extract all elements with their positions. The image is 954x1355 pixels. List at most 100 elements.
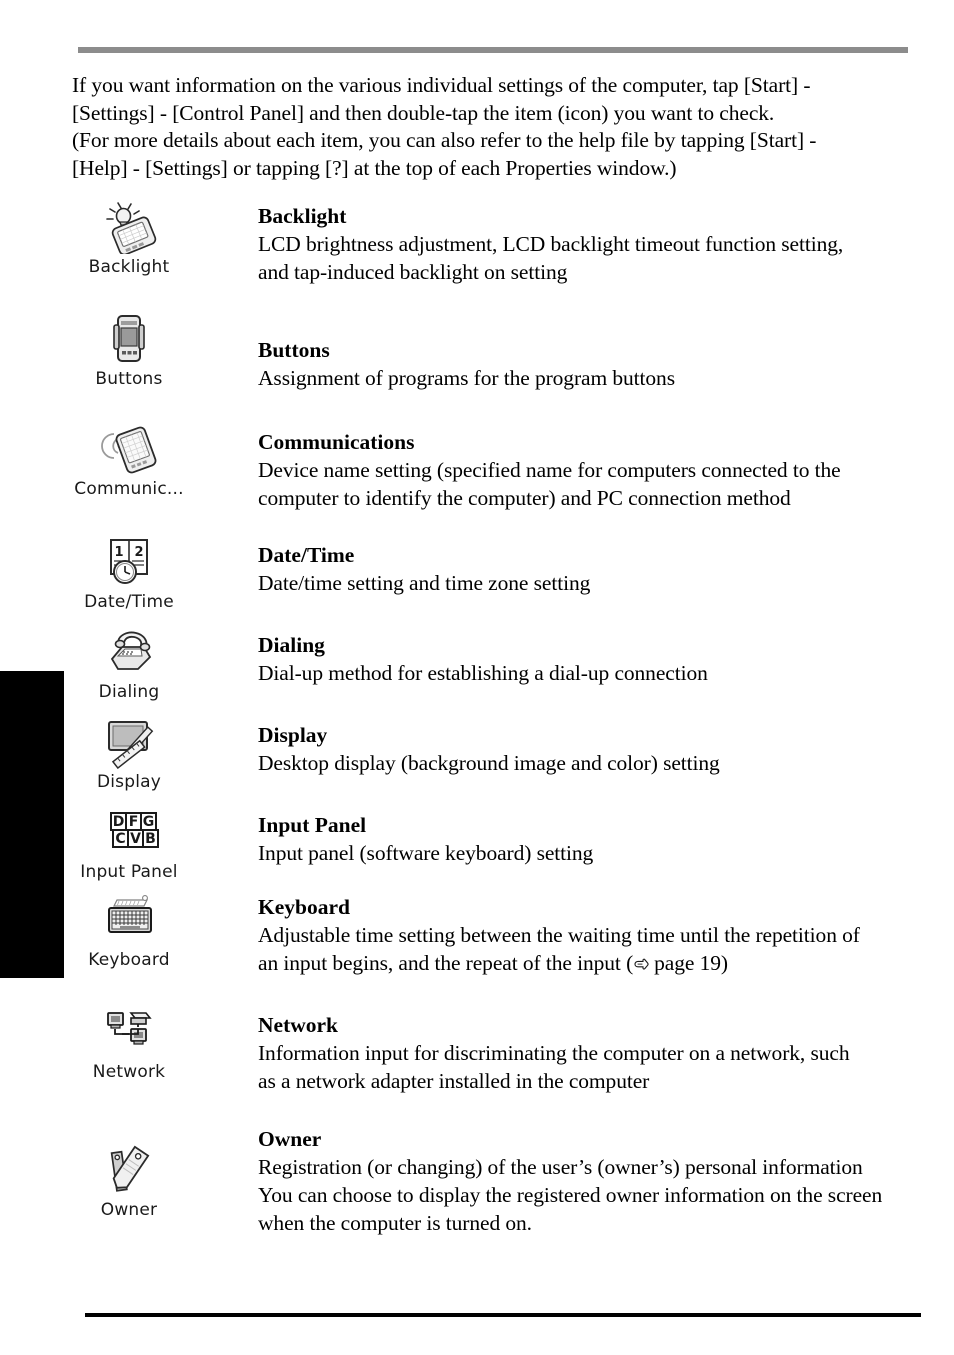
setting-description: Device name setting (specified name for … xyxy=(258,456,918,512)
setting-text: Input Panel Input panel (software keyboa… xyxy=(258,801,918,867)
desc-line: when the computer is turned on. xyxy=(258,1211,532,1235)
setting-title: Display xyxy=(258,723,328,747)
desc-line-text: an input begins, and the repeat of the i… xyxy=(258,951,634,975)
icon-label: Communic... xyxy=(74,479,184,499)
setting-item-keyboard: Keyboard Keyboard Adjustable time settin… xyxy=(0,889,954,1001)
setting-item-dialing: Dialing Dialing Dial-up method for estab… xyxy=(0,621,954,711)
intro-line-4: [Help] - [Settings] or tapping [?] at th… xyxy=(72,155,677,180)
setting-description: Desktop display (background image and co… xyxy=(258,749,918,777)
intro-line-2: [Settings] - [Control Panel] and then do… xyxy=(72,100,775,125)
icon-label: Keyboard xyxy=(88,950,170,970)
icon-label: Network xyxy=(92,1062,166,1082)
setting-description: Information input for discriminating the… xyxy=(258,1039,918,1095)
icon-label: Dialing xyxy=(98,682,160,702)
icon-cell: Network xyxy=(0,1001,258,1082)
setting-text: Communications Device name setting (spec… xyxy=(258,418,918,512)
icon-cell: Owner xyxy=(0,1119,258,1220)
intro-line-3: (For more details about each item, you c… xyxy=(72,128,817,153)
setting-title: Date/Time xyxy=(258,543,355,567)
setting-title: Owner xyxy=(258,1127,322,1151)
icon-label: Display xyxy=(96,772,162,792)
icon-label: Owner xyxy=(100,1200,158,1220)
setting-text: Date/Time Date/time setting and time zon… xyxy=(258,531,918,597)
desc-line: Registration (or changing) of the user’s… xyxy=(258,1155,863,1179)
setting-description: Adjustable time setting between the wait… xyxy=(258,921,918,977)
setting-item-communications: Communic... Communications Device name s… xyxy=(0,418,954,531)
setting-description: Date/time setting and time zone setting xyxy=(258,569,918,597)
intro-paragraph: If you want information on the various i… xyxy=(72,72,917,182)
desc-line: You can choose to display the registered… xyxy=(258,1183,883,1207)
setting-item-input-panel: D F G C V B Input Panel Input Panel Inpu… xyxy=(0,801,954,889)
desc-line: Desktop display (background image and co… xyxy=(258,751,720,775)
svg-text:V: V xyxy=(130,831,141,847)
desc-line-with-reference: an input begins, and the repeat of the i… xyxy=(258,949,918,977)
setting-item-owner: Owner Owner Registration (or changing) o… xyxy=(0,1119,954,1249)
icon-cell: Dialing xyxy=(0,621,258,702)
icon-cell: 1 2 Date/Time xyxy=(0,531,258,612)
icon-cell: D F G C V B Input Panel xyxy=(0,801,258,882)
desc-line: and tap-induced backlight on setting xyxy=(258,260,568,284)
setting-text: Display Desktop display (background imag… xyxy=(258,711,918,777)
desc-line: Information input for discriminating the… xyxy=(258,1041,850,1065)
setting-text: Buttons Assignment of programs for the p… xyxy=(258,308,918,392)
desc-line: computer to identify the computer) and P… xyxy=(258,486,791,510)
setting-text: Owner Registration (or changing) of the … xyxy=(258,1119,918,1237)
setting-text: Backlight LCD brightness adjustment, LCD… xyxy=(258,196,918,286)
setting-description: LCD brightness adjustment, LCD backlight… xyxy=(258,230,918,286)
desc-line: Assignment of programs for the program b… xyxy=(258,366,675,390)
desc-line: LCD brightness adjustment, LCD backlight… xyxy=(258,232,844,256)
icon-cell: Backlight xyxy=(0,196,258,277)
setting-title: Buttons xyxy=(258,338,330,362)
intro-line-1: If you want information on the various i… xyxy=(72,73,811,97)
desc-line: Adjustable time setting between the wait… xyxy=(258,923,860,947)
icon-cell: Display xyxy=(0,711,258,792)
setting-title: Network xyxy=(258,1013,339,1037)
setting-text: Dialing Dial-up method for establishing … xyxy=(258,621,918,687)
svg-text:F: F xyxy=(129,814,139,830)
date-time-icon: 1 2 xyxy=(98,535,160,589)
desc-line: Device name setting (specified name for … xyxy=(258,458,841,482)
input-panel-icon: D F G C V B xyxy=(98,805,160,859)
owner-icon xyxy=(98,1143,160,1197)
svg-text:1: 1 xyxy=(114,545,123,560)
backlight-icon xyxy=(98,200,160,254)
cross-reference-text: page 19) xyxy=(654,951,728,975)
icon-cell: Keyboard xyxy=(0,889,258,970)
desc-line: Dial-up method for establishing a dial-u… xyxy=(258,661,708,685)
control-panel-settings-list: Backlight Backlight LCD brightness adjus… xyxy=(0,196,954,1249)
svg-text:G: G xyxy=(143,814,155,830)
setting-item-network: Network Network Information input for di… xyxy=(0,1001,954,1119)
icon-label: Buttons xyxy=(95,369,163,389)
buttons-icon xyxy=(98,312,160,366)
icon-cell: Buttons xyxy=(0,308,258,389)
icon-label: Backlight xyxy=(88,257,170,277)
desc-line: as a network adapter installed in the co… xyxy=(258,1069,650,1093)
setting-text: Network Information input for discrimina… xyxy=(258,1001,918,1095)
setting-description: Assignment of programs for the program b… xyxy=(258,364,918,392)
svg-text:B: B xyxy=(145,831,156,847)
communications-icon xyxy=(98,422,160,476)
setting-title: Backlight xyxy=(258,204,347,228)
setting-title: Keyboard xyxy=(258,895,350,919)
display-icon xyxy=(98,715,160,769)
setting-item-backlight: Backlight Backlight LCD brightness adjus… xyxy=(0,196,954,308)
footer-rule xyxy=(85,1313,921,1317)
setting-text: Keyboard Adjustable time setting between… xyxy=(258,889,918,977)
desc-line: Input panel (software keyboard) setting xyxy=(258,841,594,865)
setting-item-buttons: Buttons Buttons Assignment of programs f… xyxy=(0,308,954,418)
svg-text:2: 2 xyxy=(134,545,143,560)
icon-label: Input Panel xyxy=(80,862,178,882)
keyboard-icon xyxy=(98,893,160,947)
desc-line: Date/time setting and time zone setting xyxy=(258,571,591,595)
setting-title: Dialing xyxy=(258,633,325,657)
setting-title: Communications xyxy=(258,430,415,454)
icon-cell: Communic... xyxy=(0,418,258,499)
setting-title: Input Panel xyxy=(258,813,367,837)
setting-item-date-time: 1 2 Date/Time Date/Time Date/time settin… xyxy=(0,531,954,621)
setting-item-display: Display Display Desktop display (backgro… xyxy=(0,711,954,801)
header-rule xyxy=(78,47,908,53)
setting-description: Registration (or changing) of the user’s… xyxy=(258,1153,918,1237)
dialing-icon xyxy=(98,625,160,679)
icon-label: Date/Time xyxy=(84,592,174,612)
svg-text:D: D xyxy=(113,814,125,830)
